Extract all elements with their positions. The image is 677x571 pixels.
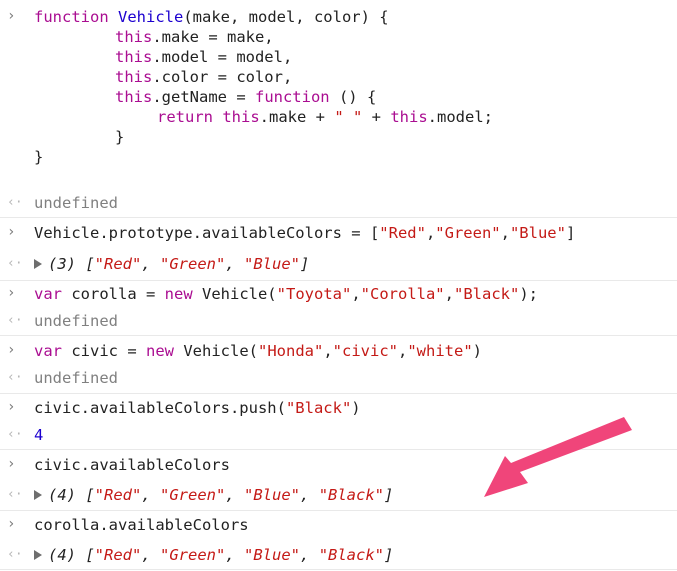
output-prompt-icon: ‹· [7,313,23,328]
code-line: civic.availableColors [34,456,230,474]
code-line-2: this.make = make, [115,28,274,46]
output-undefined: undefined [34,194,118,212]
code-line: var civic = new Vehicle("Honda","civic",… [34,342,483,360]
code-line-7: } [115,128,125,146]
code-line-3: this.model = model, [115,48,293,66]
output-prompt-icon: ‹· [7,195,23,210]
divider [0,280,677,281]
output-prompt-icon: ‹· [7,370,23,385]
output-undefined: undefined [34,312,118,330]
array-preview: (4) ["Red", "Green", "Blue", "Black"] [48,546,394,564]
array-preview: (4) ["Red", "Green", "Blue", "Black"] [48,486,394,504]
array-preview: (3) ["Red", "Green", "Blue"] [48,255,310,273]
expand-triangle-icon[interactable] [34,550,42,560]
output-number: 4 [34,426,44,444]
code-line-8: } [34,148,44,166]
divider [0,335,677,336]
code-line: Vehicle.prototype.availableColors = ["Re… [34,224,576,242]
expand-triangle-icon[interactable] [34,490,42,500]
divider [0,393,677,394]
input-prompt-icon: › [7,224,16,240]
output-undefined: undefined [34,369,118,387]
input-prompt-icon: › [7,285,16,301]
divider [0,569,677,570]
expand-triangle-icon[interactable] [34,259,42,269]
code-line: civic.availableColors.push("Black") [34,399,361,417]
divider [0,217,677,218]
output-prompt-icon: ‹· [7,487,23,502]
devtools-console: › function Vehicle(make, model, color) {… [0,0,677,571]
input-prompt-icon: › [7,342,16,358]
code-line: var corolla = new Vehicle("Toyota","Coro… [34,285,538,303]
input-prompt-icon: › [7,456,16,472]
code-line-6: return this.make + " " + this.model; [157,108,493,126]
input-prompt-icon: › [7,516,16,532]
code-line-1: function Vehicle(make, model, color) { [34,8,389,26]
divider [0,449,677,450]
output-prompt-icon: ‹· [7,547,23,562]
input-prompt-icon: › [7,8,16,24]
input-prompt-icon: › [7,399,16,415]
output-prompt-icon: ‹· [7,427,23,442]
annotation-arrow-shape [484,417,632,497]
divider [0,510,677,511]
code-line: corolla.availableColors [34,516,249,534]
code-line-5: this.getName = function () { [115,88,377,106]
code-line-4: this.color = color, [115,68,293,86]
output-prompt-icon: ‹· [7,256,23,271]
